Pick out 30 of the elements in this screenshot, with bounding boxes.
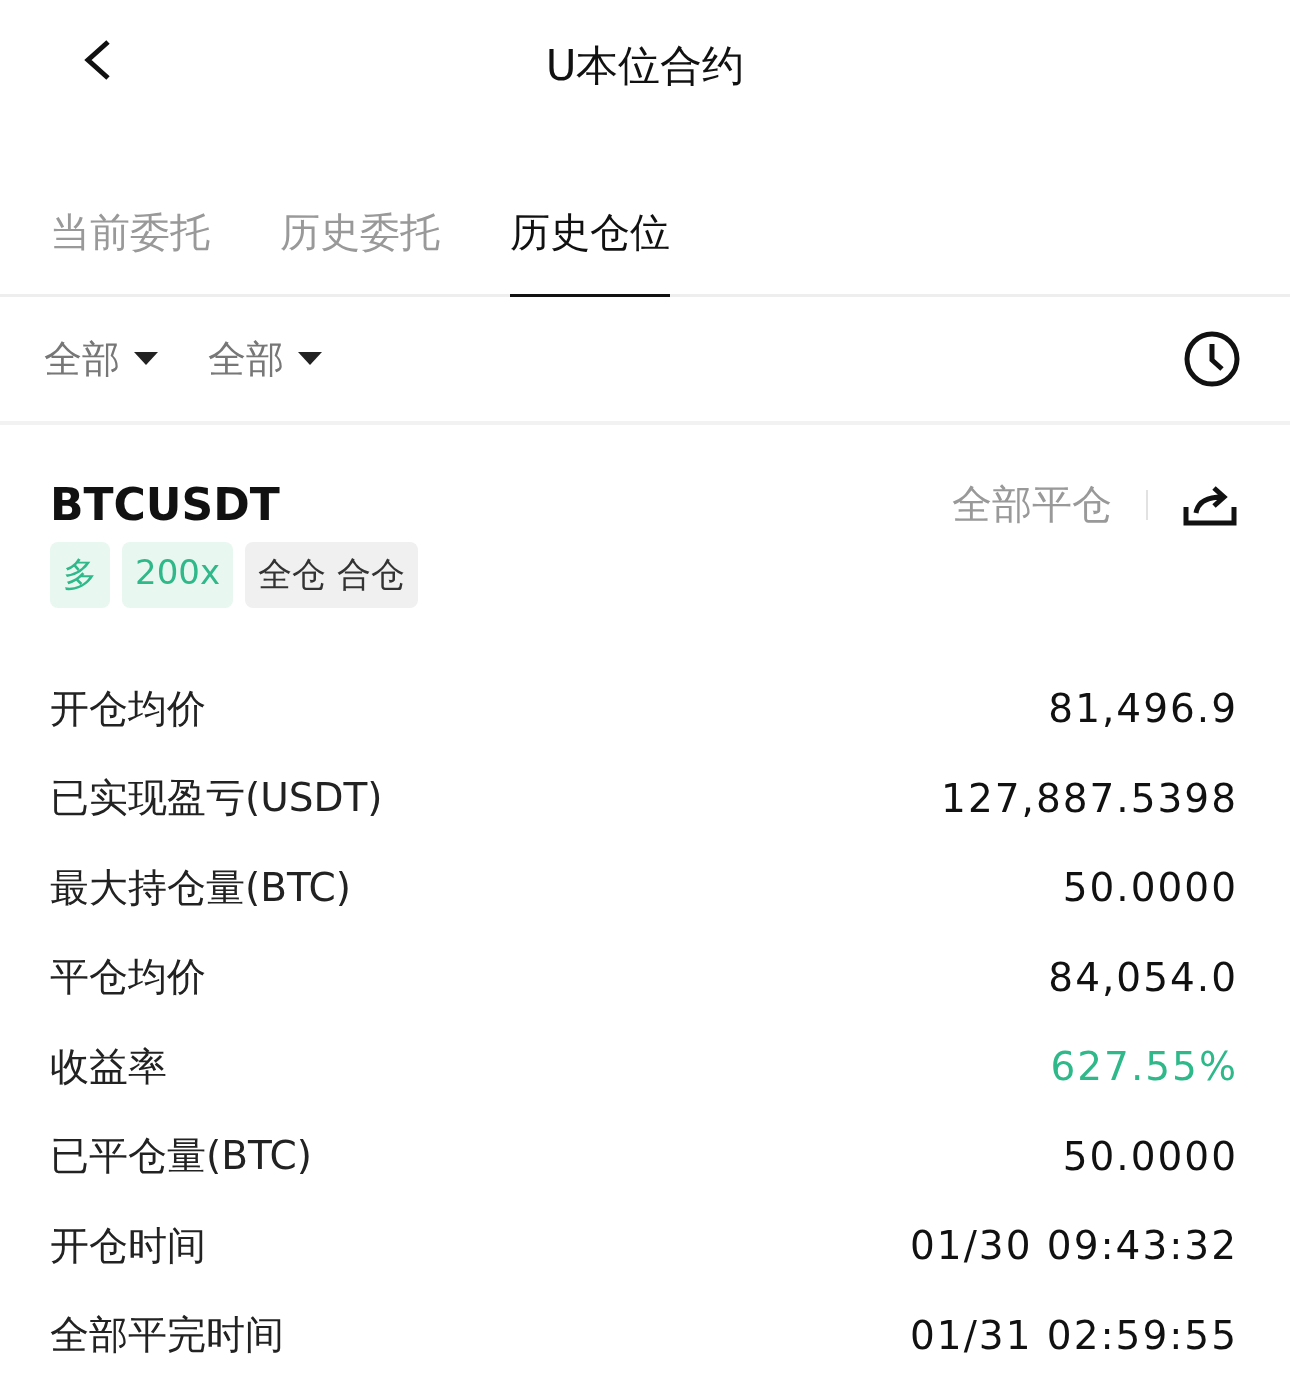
field-value: 50.0000 — [1062, 865, 1238, 911]
field-value: 627.55% — [1050, 1044, 1238, 1090]
tag: 200x — [122, 542, 234, 608]
tag: 全仓 合仓 — [245, 542, 418, 608]
field-value: 81,496.9 — [1048, 686, 1238, 732]
field-label: 平仓均价 — [50, 953, 206, 1002]
field-label: 最大持仓量(BTC) — [50, 863, 351, 912]
filter-dropdown[interactable]: 全部 — [208, 333, 322, 385]
close-all-link[interactable]: 全部平仓 — [952, 477, 1112, 532]
field-label: 开仓均价 — [50, 684, 206, 733]
caret-icon — [298, 352, 322, 366]
caret-icon — [134, 352, 158, 366]
field-label: 收益率 — [50, 1042, 167, 1091]
field-label: 开仓时间 — [50, 1221, 206, 1270]
field-label: 全部平完时间 — [50, 1311, 284, 1360]
tab[interactable]: 历史仓位 — [510, 205, 670, 297]
filter-dropdown[interactable]: 全部 — [44, 333, 158, 385]
field-value: 01/31 02:59:55 — [910, 1312, 1238, 1358]
field-value: 50.0000 — [1062, 1133, 1238, 1179]
symbol-name: BTCUSDT — [50, 479, 281, 530]
page-title: U本位合约 — [545, 40, 745, 92]
tab[interactable]: 历史委托 — [280, 205, 440, 297]
tab[interactable]: 当前委托 — [50, 205, 210, 297]
clock-icon[interactable] — [1184, 331, 1240, 387]
field-value: 01/30 09:43:32 — [910, 1223, 1238, 1269]
tag: 多 — [50, 542, 110, 608]
field-label: 已实现盈亏(USDT) — [50, 774, 383, 823]
field-label: 已平仓量(BTC) — [50, 1132, 312, 1181]
field-value: 84,054.0 — [1048, 954, 1238, 1000]
field-value: 127,887.5398 — [941, 775, 1238, 821]
